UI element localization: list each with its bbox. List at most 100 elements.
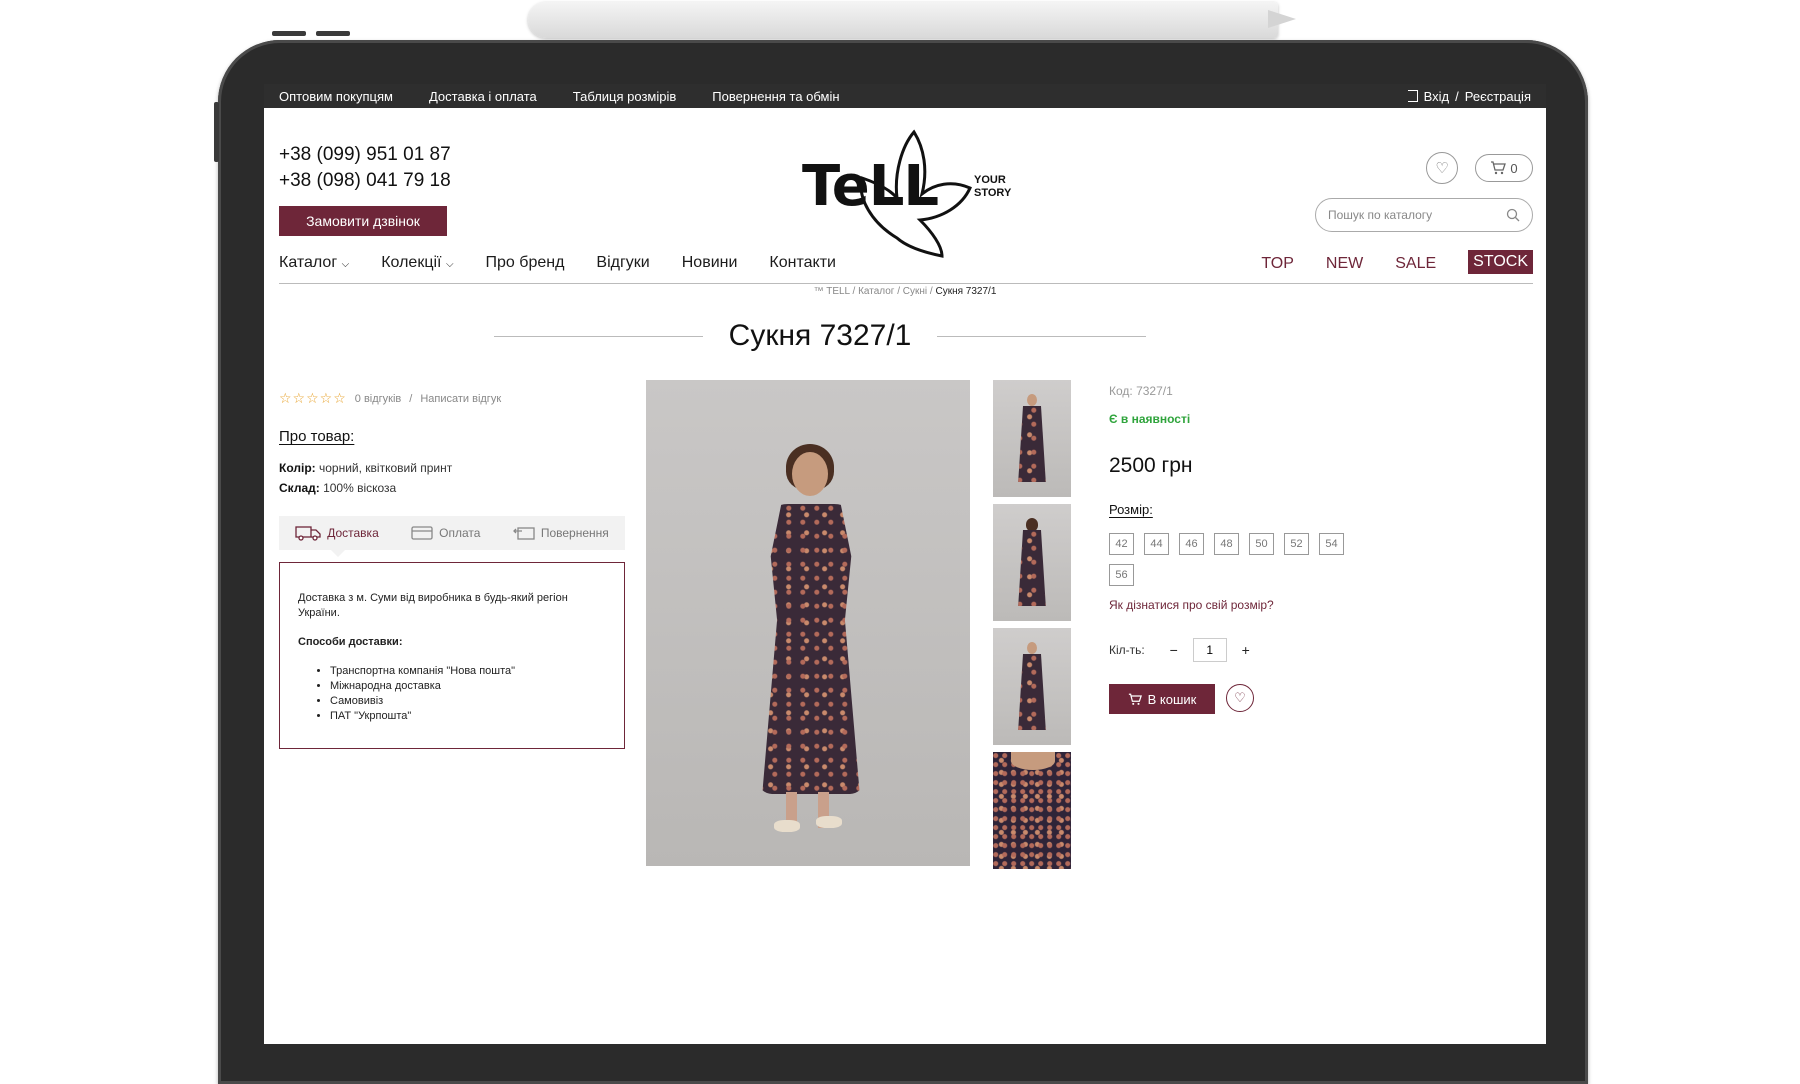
nav-tag-new[interactable]: NEW — [1326, 255, 1363, 273]
availability-status: Є в наявності — [1109, 412, 1191, 426]
tab-payment[interactable]: Оплата — [411, 525, 480, 541]
logo-tagline: YOUR STORY — [974, 174, 1011, 200]
size-option-50[interactable]: 50 — [1249, 533, 1274, 555]
list-item: Міжнародна доставка — [330, 679, 606, 694]
nav-reviews[interactable]: Відгуки — [596, 254, 649, 272]
delivery-ways-list: Транспортна компанія "Нова пошта" Міжнар… — [298, 664, 606, 724]
wishlist-button[interactable]: ♡ — [1426, 152, 1458, 184]
search-icon[interactable] — [1506, 208, 1520, 222]
stylus — [528, 2, 1278, 38]
size-option-54[interactable]: 54 — [1319, 533, 1344, 555]
header: +38 (099) 951 01 87 +38 (098) 041 79 18 … — [264, 108, 1546, 284]
product-sku: Код: 7327/1 — [1109, 384, 1173, 398]
breadcrumb-separator: / — [929, 286, 933, 297]
title-divider-right — [937, 335, 1147, 337]
composition-value: 100% віскоза — [319, 481, 397, 495]
size-option-48[interactable]: 48 — [1214, 533, 1239, 555]
size-option-52[interactable]: 52 — [1284, 533, 1309, 555]
login-icon — [1407, 90, 1418, 102]
thumb-face — [1027, 642, 1037, 654]
nav-catalog[interactable]: Каталог ⌵ — [279, 254, 349, 272]
tablet-button-top-1 — [272, 31, 306, 36]
list-item: Транспортна компанія "Нова пошта" — [330, 664, 606, 679]
tab-delivery[interactable]: Доставка — [295, 525, 379, 541]
nav-about[interactable]: Про бренд — [486, 254, 565, 272]
nav-collections[interactable]: Колекції ⌵ — [381, 254, 453, 272]
list-item: Самовивіз — [330, 694, 606, 709]
phone-2[interactable]: +38 (098) 041 79 18 — [279, 168, 451, 194]
nav-contacts[interactable]: Контакти — [769, 254, 836, 272]
thumbnail-4[interactable] — [993, 752, 1071, 869]
thumbnail-1[interactable] — [993, 380, 1071, 497]
search-box[interactable] — [1315, 198, 1533, 232]
login-link[interactable]: Вхід — [1424, 89, 1450, 104]
nav-tag-stock[interactable]: STOCK — [1468, 250, 1533, 274]
product-price: 2500 грн — [1109, 454, 1193, 477]
nav-catalog-label: Каталог — [279, 254, 338, 271]
top-link-delivery[interactable]: Доставка і оплата — [429, 89, 537, 104]
logo[interactable]: TeLL YOUR STORY — [802, 128, 1022, 260]
breadcrumb-catalog[interactable]: Каталог — [858, 286, 894, 297]
cart-button[interactable]: 0 — [1475, 154, 1533, 182]
tab-pointer — [331, 550, 345, 557]
breadcrumb-home[interactable]: ™ TELL — [814, 286, 850, 297]
phone-1[interactable]: +38 (099) 951 01 87 — [279, 142, 451, 168]
nav-tags: TOP NEW SALE STOCK — [1261, 250, 1533, 274]
size-option-44[interactable]: 44 — [1144, 533, 1169, 555]
quantity-decrease-button[interactable]: − — [1167, 642, 1181, 658]
top-links: Оптовим покупцям Доставка і оплата Табли… — [279, 89, 840, 104]
photo-dress — [762, 504, 860, 794]
nav-tag-top[interactable]: TOP — [1261, 255, 1294, 273]
top-link-wholesale[interactable]: Оптовим покупцям — [279, 89, 393, 104]
register-link[interactable]: Реєстрація — [1465, 89, 1531, 104]
size-title: Розмір: — [1109, 502, 1153, 517]
breadcrumb-separator: / — [897, 286, 901, 297]
composition-property: Склад: 100% віскоза — [279, 478, 452, 498]
rating-row: ☆☆☆☆☆ 0 відгуків / Написати відгук — [279, 390, 501, 407]
thumbnail-2[interactable] — [993, 504, 1071, 621]
add-to-wishlist-button[interactable]: ♡ — [1226, 684, 1254, 712]
nav-news[interactable]: Новини — [682, 254, 738, 272]
heart-icon: ♡ — [1234, 690, 1246, 705]
page-title-row: Сукня 7327/1 — [494, 316, 1147, 356]
color-label: Колір: — [279, 461, 316, 475]
size-option-56[interactable]: 56 — [1109, 564, 1134, 586]
tab-return-label: Повернення — [540, 526, 609, 540]
cart-count: 0 — [1510, 160, 1518, 176]
size-help-link[interactable]: Як дізнатися про свій розмір? — [1109, 598, 1274, 612]
page-title: Сукня 7327/1 — [728, 319, 912, 352]
photo-face — [792, 452, 828, 496]
top-link-sizes[interactable]: Таблиця розмірів — [573, 89, 677, 104]
search-input[interactable] — [1328, 208, 1498, 222]
write-review-link[interactable]: Написати відгук — [420, 393, 501, 405]
top-link-returns[interactable]: Повернення та обмін — [712, 89, 839, 104]
title-divider-left — [494, 335, 703, 337]
nav-tag-sale[interactable]: SALE — [1395, 255, 1436, 273]
quantity-increase-button[interactable]: + — [1239, 642, 1253, 658]
tab-return[interactable]: Повернення — [512, 525, 609, 541]
tab-payment-label: Оплата — [439, 526, 481, 540]
add-to-cart-button[interactable]: В кошик — [1109, 684, 1215, 714]
breadcrumb-current: Сукня 7327/1 — [935, 286, 997, 297]
product-properties: Колір: чорний, квітковий принт Склад: 10… — [279, 458, 452, 498]
logo-tagline-line-2: STORY — [974, 187, 1012, 199]
main-nav: Каталог ⌵ Колекції ⌵ Про бренд Відгуки Н… — [279, 250, 1533, 284]
size-option-46[interactable]: 46 — [1179, 533, 1204, 555]
photo-shoe-left — [774, 820, 800, 832]
size-options: 42 44 46 48 50 52 54 56 — [1109, 533, 1349, 586]
quantity-input[interactable] — [1192, 638, 1227, 662]
callback-button[interactable]: Замовити дзвінок — [279, 206, 447, 236]
thumb-face — [1027, 394, 1037, 406]
rating-stars-icon[interactable]: ☆☆☆☆☆ — [279, 390, 347, 407]
add-to-cart-label: В кошик — [1147, 691, 1197, 707]
reviews-count[interactable]: 0 відгуків — [355, 393, 402, 405]
size-option-42[interactable]: 42 — [1109, 533, 1134, 555]
truck-icon — [295, 526, 321, 541]
nav-links: Каталог ⌵ Колекції ⌵ Про бренд Відгуки Н… — [279, 254, 836, 272]
thumbnail-3[interactable] — [993, 628, 1071, 745]
main-product-photo[interactable] — [646, 380, 970, 866]
breadcrumb-dresses[interactable]: Сукні — [903, 286, 927, 297]
return-icon — [512, 527, 535, 540]
logo-tagline-line-1: YOUR — [974, 174, 1006, 186]
tab-delivery-label: Доставка — [327, 526, 379, 540]
